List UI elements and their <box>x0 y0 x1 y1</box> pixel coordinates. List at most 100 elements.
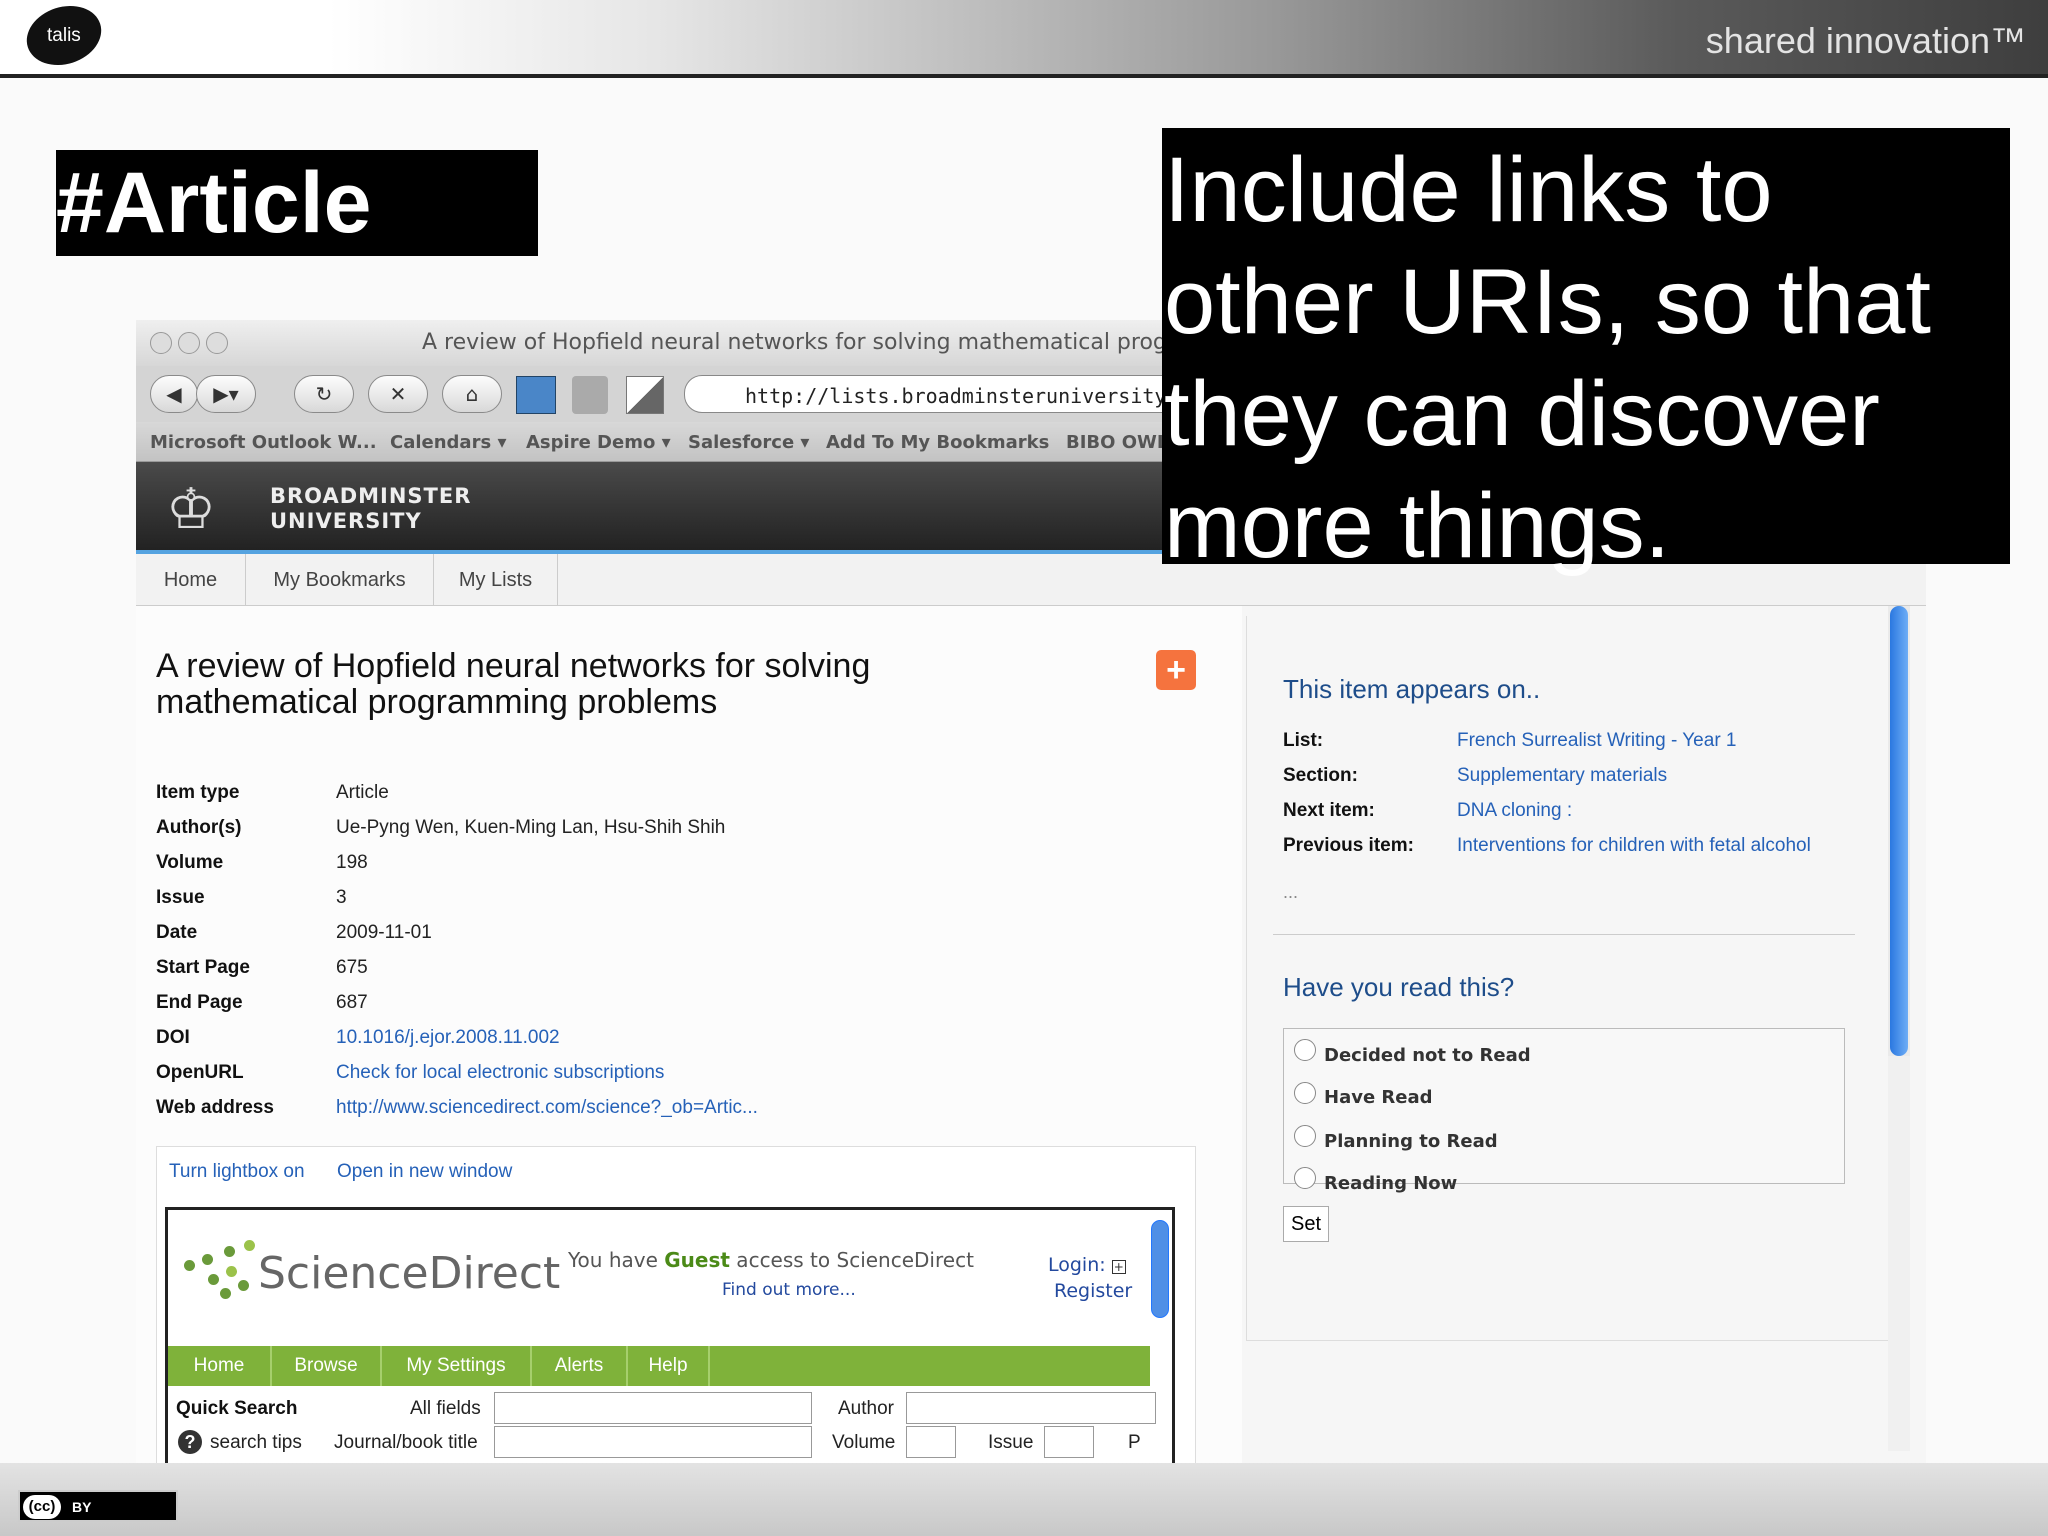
cc-icon: (cc) <box>23 1495 61 1519</box>
zoom-window-icon[interactable] <box>206 332 228 354</box>
sciencedirect-frame: ScienceDirect You have Guest access to S… <box>165 1207 1175 1463</box>
expand-icon[interactable]: + <box>1111 1260 1126 1274</box>
nav-my-bookmarks[interactable]: My Bookmarks <box>246 554 434 606</box>
home-icon[interactable]: ⌂ <box>442 375 502 413</box>
previous-item-link[interactable]: Interventions for children with fetal al… <box>1457 835 1811 857</box>
doi-link[interactable]: 10.1016/j.ejor.2008.11.002 <box>336 1027 560 1049</box>
page-scrollbar[interactable] <box>1888 606 1910 1451</box>
sidebar-label: Previous item: <box>1283 835 1414 856</box>
openurl-link[interactable]: Check for local electronic subscriptions <box>336 1062 664 1084</box>
radio-decided-not-to-read[interactable] <box>1294 1039 1316 1061</box>
slide-title: #Article <box>56 150 538 256</box>
open-new-window-link[interactable]: Open in new window <box>337 1161 512 1183</box>
close-window-icon[interactable] <box>150 332 172 354</box>
help-icon[interactable]: ? <box>178 1430 202 1454</box>
read-status-options: Decided not to Read Have Read Planning t… <box>1283 1028 1845 1194</box>
cc-license-badge: (cc) BY <box>18 1490 178 1522</box>
item-title: A review of Hopfield neural networks for… <box>156 648 1056 720</box>
radio-label: Planning to Read <box>1324 1131 1498 1152</box>
field-label: Web address <box>156 1097 274 1118</box>
field-label: Date <box>156 922 198 943</box>
bookmarks-icon[interactable] <box>516 376 556 414</box>
callout-line: they can discover <box>1164 363 1880 465</box>
logo-text: talis <box>47 25 81 47</box>
tag-icon[interactable] <box>572 376 608 414</box>
field-label: Volume <box>156 852 224 873</box>
item-sidebar: This item appears on.. List: French Surr… <box>1246 616 1888 1341</box>
slide-footer <box>0 1463 2048 1536</box>
callout-line: Include links to <box>1164 139 1773 241</box>
minimize-window-icon[interactable] <box>178 332 200 354</box>
sd-nav-help[interactable]: Help <box>628 1346 710 1386</box>
back-icon[interactable]: ◀ <box>150 375 198 413</box>
all-fields-input[interactable] <box>494 1392 812 1424</box>
university-name-line: UNIVERSITY <box>270 509 422 533</box>
tagline: shared innovation™ <box>1705 20 2026 61</box>
divider <box>1273 934 1855 935</box>
lightbox-panel: Turn lightbox on Open in new window Scie… <box>156 1146 1196 1463</box>
sidebar-label: List: <box>1283 730 1324 751</box>
login-link[interactable]: Login: + <box>1048 1254 1126 1276</box>
find-out-more-link[interactable]: Find out more... <box>722 1280 856 1300</box>
all-fields-label: All fields <box>410 1398 481 1419</box>
field-label: End Page <box>156 992 243 1013</box>
forward-icon[interactable]: ▶▾ <box>196 375 256 413</box>
field-label: Start Page <box>156 957 250 978</box>
radio-have-read[interactable] <box>1294 1082 1316 1104</box>
list-link[interactable]: French Surrealist Writing - Year 1 <box>1457 730 1737 752</box>
bookmark-item[interactable]: Calendars ▾ <box>390 432 506 453</box>
field-label: OpenURL <box>156 1062 244 1083</box>
slide: talis shared innovation™ #Article Includ… <box>0 0 2048 1536</box>
search-tips-link[interactable]: search tips <box>210 1432 302 1454</box>
talis-logo: talis <box>19 0 109 75</box>
sd-nav-alerts[interactable]: Alerts <box>532 1346 628 1386</box>
register-link[interactable]: Register <box>1054 1280 1132 1302</box>
bookmark-item[interactable]: Salesforce ▾ <box>688 432 809 453</box>
scrollbar-thumb[interactable] <box>1890 606 1908 1056</box>
volume-label: Volume <box>832 1432 896 1453</box>
author-input[interactable] <box>906 1392 1156 1424</box>
set-button[interactable]: Set <box>1283 1206 1329 1242</box>
slide-header: talis shared innovation™ <box>0 0 2048 78</box>
callout-line: other URIs, so that <box>1164 251 1931 353</box>
sd-nav-home[interactable]: Home <box>168 1346 272 1386</box>
nav-home[interactable]: Home <box>136 554 246 606</box>
bookmark-item[interactable]: Add To My Bookmarks <box>826 432 1049 453</box>
sd-nav-my-settings[interactable]: My Settings <box>382 1346 532 1386</box>
delicious-icon[interactable] <box>626 376 664 414</box>
sciencedirect-nav: Home Browse My Settings Alerts Help <box>168 1346 1150 1386</box>
item-title-line: mathematical programming problems <box>156 683 718 721</box>
radio-planning-to-read[interactable] <box>1294 1125 1316 1147</box>
bookmark-item[interactable]: Aspire Demo ▾ <box>526 432 671 453</box>
field-value: Ue-Pyng Wen, Kuen-Ming Lan, Hsu-Shih Shi… <box>336 817 726 838</box>
section-link[interactable]: Supplementary materials <box>1457 765 1667 787</box>
field-value: 687 <box>336 992 368 1013</box>
cc-by-label: BY <box>72 1499 92 1515</box>
callout-line: more things. <box>1164 475 1671 577</box>
nav-my-lists[interactable]: My Lists <box>434 554 558 606</box>
login-label: Login: <box>1048 1254 1106 1276</box>
bookmark-item[interactable]: BIBO OWL <box>1066 432 1168 453</box>
field-value: 2009-11-01 <box>336 922 432 943</box>
item-main-panel: A review of Hopfield neural networks for… <box>136 606 1242 1463</box>
sd-nav-browse[interactable]: Browse <box>272 1346 382 1386</box>
scrollbar-track[interactable] <box>1888 1056 1910 1451</box>
issue-input[interactable] <box>1044 1426 1094 1458</box>
turn-lightbox-on-link[interactable]: Turn lightbox on <box>169 1161 305 1183</box>
bookmark-item[interactable]: Microsoft Outlook W... <box>150 432 377 453</box>
appears-on-heading: This item appears on.. <box>1283 674 1541 704</box>
window-title: A review of Hopfield neural networks for… <box>422 330 1190 355</box>
next-item-link[interactable]: DNA cloning : <box>1457 800 1572 822</box>
radio-reading-now[interactable] <box>1294 1167 1316 1189</box>
stop-icon[interactable]: ✕ <box>368 375 428 413</box>
access-guest: Guest <box>664 1248 730 1272</box>
reload-icon[interactable]: ↻ <box>294 375 354 413</box>
journal-title-input[interactable] <box>494 1426 812 1458</box>
more-ellipsis: ... <box>1283 882 1299 902</box>
web-address-link[interactable]: http://www.sciencedirect.com/science?_ob… <box>336 1097 758 1119</box>
frame-scrollbar[interactable] <box>1151 1220 1169 1318</box>
page-label: P <box>1128 1432 1141 1453</box>
volume-input[interactable] <box>906 1426 956 1458</box>
sciencedirect-logo-text: ScienceDirect <box>258 1248 561 1299</box>
add-to-list-button[interactable]: + <box>1156 650 1196 690</box>
